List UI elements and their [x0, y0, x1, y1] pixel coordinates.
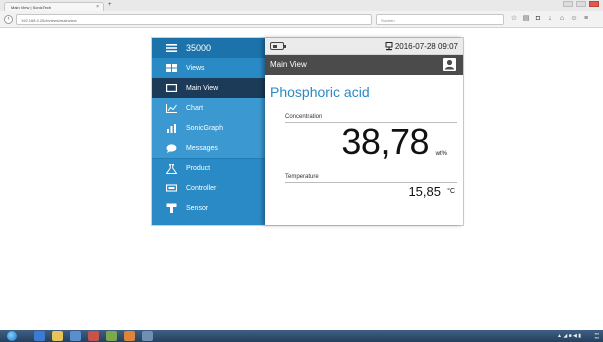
browser-toolbar-icons: ☆ ▤ ◘ ↓ ⌂ ☺ ≡ — [510, 15, 590, 23]
line-chart-icon — [165, 103, 177, 113]
flask-icon — [165, 163, 177, 174]
start-button[interactable] — [7, 331, 17, 341]
concentration-label: Concentration — [285, 114, 323, 120]
reading-list-icon[interactable]: ▤ — [522, 15, 530, 23]
bar-graph-icon — [165, 123, 177, 133]
pocket-icon[interactable]: ◘ — [534, 15, 542, 23]
browser-tabbar: Main View | SonicTech × + — [0, 0, 603, 11]
app-icon[interactable] — [142, 331, 153, 341]
controller-icon — [165, 184, 177, 193]
minimize-button[interactable] — [563, 1, 573, 7]
sidebar-item-main-view[interactable]: Main View — [152, 78, 265, 98]
internet-explorer-icon[interactable] — [34, 331, 45, 341]
network-icon — [385, 42, 393, 51]
sidebar-item-label: Views — [186, 64, 205, 72]
tab-close-icon[interactable]: × — [96, 4, 99, 10]
sidebar-item-label: Chart — [186, 104, 204, 112]
window-controls — [563, 1, 599, 7]
browser-tab-title: Main View | SonicTech — [11, 5, 52, 10]
sidebar-item-sensor[interactable]: Sensor — [152, 198, 265, 218]
views-grid-icon — [165, 64, 177, 73]
temperature-value: 15,85 — [408, 184, 441, 199]
sidebar-item-chart[interactable]: Chart — [152, 98, 265, 118]
message-bubble-icon — [165, 143, 177, 153]
star-icon[interactable]: ☆ — [510, 15, 518, 23]
sync-icon[interactable]: ☺ — [570, 15, 578, 23]
browser-navbar: ‹ 192.168.0.25/#/views/mainview Suchen ☆… — [0, 11, 603, 28]
view-title-bar: Main View — [265, 55, 463, 75]
product-name: Phosphoric acid — [270, 84, 370, 100]
download-icon[interactable]: ↓ — [546, 15, 554, 23]
search-placeholder: Suchen — [381, 18, 395, 23]
system-tray[interactable]: ▲ ◢ ■ ◀ ▮ — [557, 333, 581, 339]
search-input[interactable]: Suchen — [376, 14, 504, 25]
sidebar-device-header[interactable]: 35000 — [152, 38, 265, 58]
file-explorer-icon[interactable] — [52, 331, 63, 341]
close-window-button[interactable] — [589, 1, 599, 7]
home-icon[interactable]: ⌂ — [558, 15, 566, 23]
sidebar-item-label: Main View — [186, 84, 219, 92]
address-text: 192.168.0.25/#/views/mainview — [21, 18, 77, 23]
menu-icon[interactable]: ≡ — [582, 15, 590, 23]
sidebar-item-product[interactable]: Product — [152, 158, 265, 178]
sidebar-item-label: Product — [186, 165, 211, 172]
battery-icon — [270, 42, 286, 50]
sidebar-item-sonicgraph[interactable]: SonicGraph — [152, 118, 265, 138]
datetime-text: 2016-07-28 09:07 — [394, 42, 458, 51]
status-datetime: 2016-07-28 09:07 — [385, 42, 458, 51]
maximize-button[interactable] — [576, 1, 586, 7]
user-profile-button[interactable] — [443, 58, 456, 71]
sidebar-item-label: Sensor — [186, 204, 209, 212]
new-tab-button[interactable]: + — [108, 2, 112, 8]
concentration-unit: wt% — [435, 151, 447, 157]
app-icon[interactable] — [88, 331, 99, 341]
temperature-divider — [285, 182, 457, 183]
browser-tab[interactable]: Main View | SonicTech × — [4, 2, 104, 11]
firefox-icon[interactable] — [124, 331, 135, 341]
taskbar: ▲ ◢ ■ ◀ ▮ ▪▪▪ ▪▪▪ — [0, 330, 603, 342]
sidebar-item-messages[interactable]: Messages — [152, 138, 265, 158]
taskbar-clock[interactable]: ▪▪▪ ▪▪▪ — [595, 332, 599, 340]
address-bar[interactable]: 192.168.0.25/#/views/mainview — [16, 14, 372, 25]
sidebar-item-label: Messages — [186, 144, 218, 152]
app-window: 35000 Views Main View Chart SonicGraph M… — [151, 37, 464, 226]
main-panel: 2016-07-28 09:07 Main View Phosphoric ac… — [265, 38, 463, 225]
screen: Main View | SonicTech × + ‹ 192.168.0.25… — [0, 0, 603, 342]
app-icon[interactable] — [106, 331, 117, 341]
sidebar-item-controller[interactable]: Controller — [152, 178, 265, 198]
sensor-probe-icon — [165, 203, 177, 213]
user-icon — [444, 59, 455, 70]
view-title: Main View — [270, 60, 307, 69]
temperature-label: Temperature — [285, 174, 319, 180]
monitor-icon — [165, 84, 177, 93]
sidebar-item-views[interactable]: Views — [152, 58, 265, 78]
sidebar-item-label: SonicGraph — [186, 124, 223, 132]
back-arrow-icon[interactable]: ‹ — [4, 15, 13, 24]
sidebar: 35000 Views Main View Chart SonicGraph M… — [152, 38, 265, 225]
hamburger-menu-icon[interactable] — [165, 44, 177, 53]
concentration-value: 38,78 — [341, 121, 429, 162]
temperature-unit: °C — [447, 188, 455, 195]
media-player-icon[interactable] — [70, 331, 81, 341]
sidebar-item-label: Controller — [186, 184, 217, 192]
device-id: 35000 — [186, 43, 212, 53]
status-bar: 2016-07-28 09:07 — [265, 38, 463, 55]
